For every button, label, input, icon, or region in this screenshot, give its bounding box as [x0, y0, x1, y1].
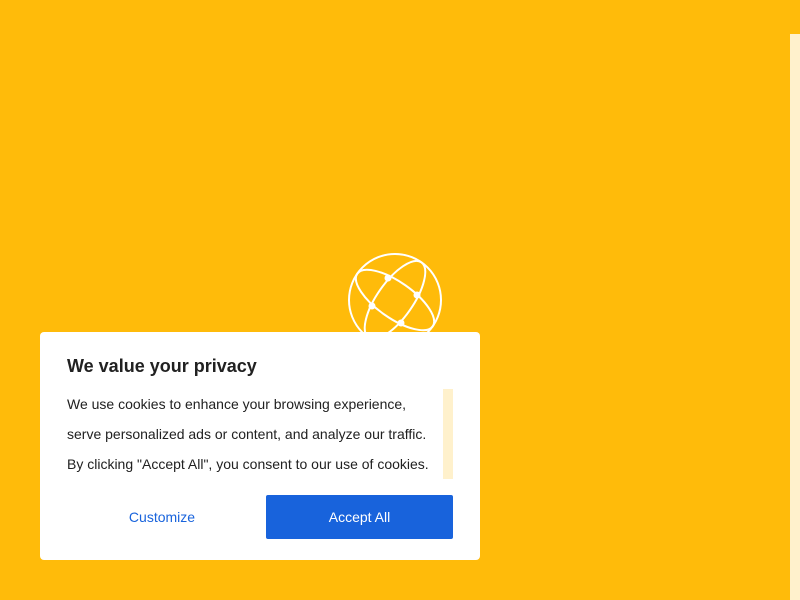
consent-text-line: By clicking "Accept All", you consent to…: [67, 456, 429, 472]
consent-text-line: We use cookies to enhance your browsing …: [67, 396, 407, 412]
cookie-consent-dialog: We value your privacy We use cookies to …: [40, 332, 480, 560]
page-scrollbar[interactable]: [790, 34, 800, 600]
dialog-title: We value your privacy: [67, 356, 257, 376]
dialog-scrollbar[interactable]: [443, 389, 453, 479]
accept-all-button[interactable]: Accept All: [266, 495, 453, 539]
customize-button[interactable]: Customize: [67, 495, 257, 539]
consent-description: We use cookies to enhance your browsing …: [67, 389, 443, 479]
consent-text-line: serve personalized ads or content, and a…: [67, 426, 427, 442]
